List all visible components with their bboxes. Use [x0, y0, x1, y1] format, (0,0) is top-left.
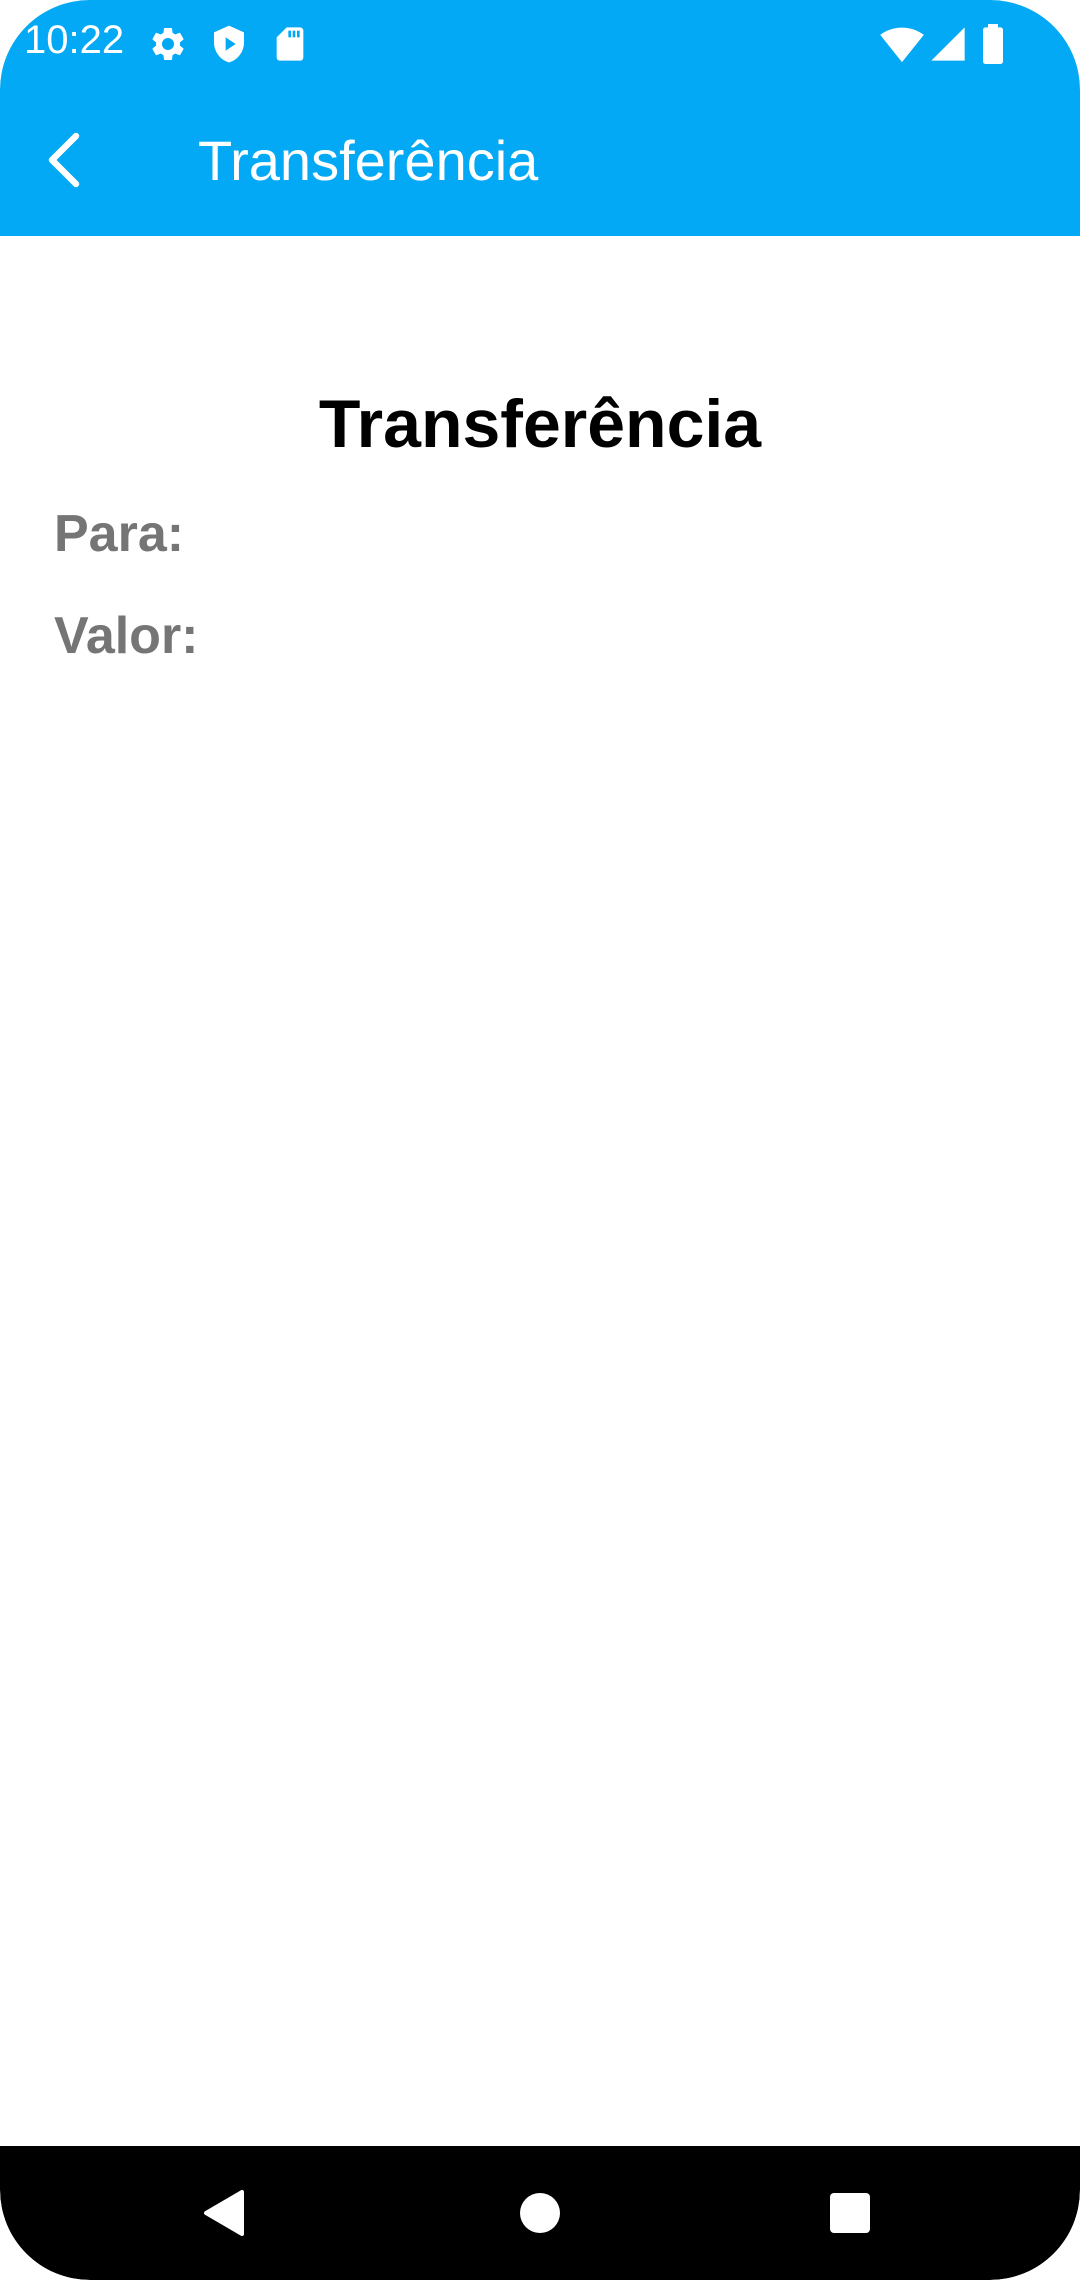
shield-play-icon [209, 24, 249, 64]
nav-recents-button[interactable] [805, 2170, 895, 2260]
status-bar: 10:22 [0, 0, 1080, 88]
amount-label: Valor: [54, 607, 199, 665]
recents-square-icon [828, 2191, 872, 2240]
page-title: Transferência [318, 386, 762, 462]
nav-back-button[interactable] [180, 2170, 270, 2260]
status-time: 10:22 [24, 18, 125, 62]
transfer-content: Transferência Para: Valor: [0, 236, 1080, 2146]
home-circle-icon [518, 2191, 562, 2240]
recipient-label: Para: [54, 505, 185, 563]
back-button[interactable] [24, 122, 104, 202]
back-triangle-icon [202, 2188, 248, 2243]
wifi-icon [880, 24, 924, 64]
battery-icon [978, 24, 1008, 64]
sd-card-icon [270, 24, 310, 64]
phone-screen: 10:22 Transferência Transferência Para: … [0, 0, 1080, 2280]
arrow-back-icon [40, 130, 88, 195]
gear-icon [148, 24, 188, 64]
top-bar-background: 10:22 Transferência [0, 0, 1080, 236]
cell-signal-icon [928, 24, 968, 64]
app-bar: Transferência [0, 88, 1080, 236]
navigation-bar [0, 2146, 1080, 2280]
nav-home-button[interactable] [495, 2170, 585, 2260]
app-bar-title: Transferência [198, 129, 539, 192]
